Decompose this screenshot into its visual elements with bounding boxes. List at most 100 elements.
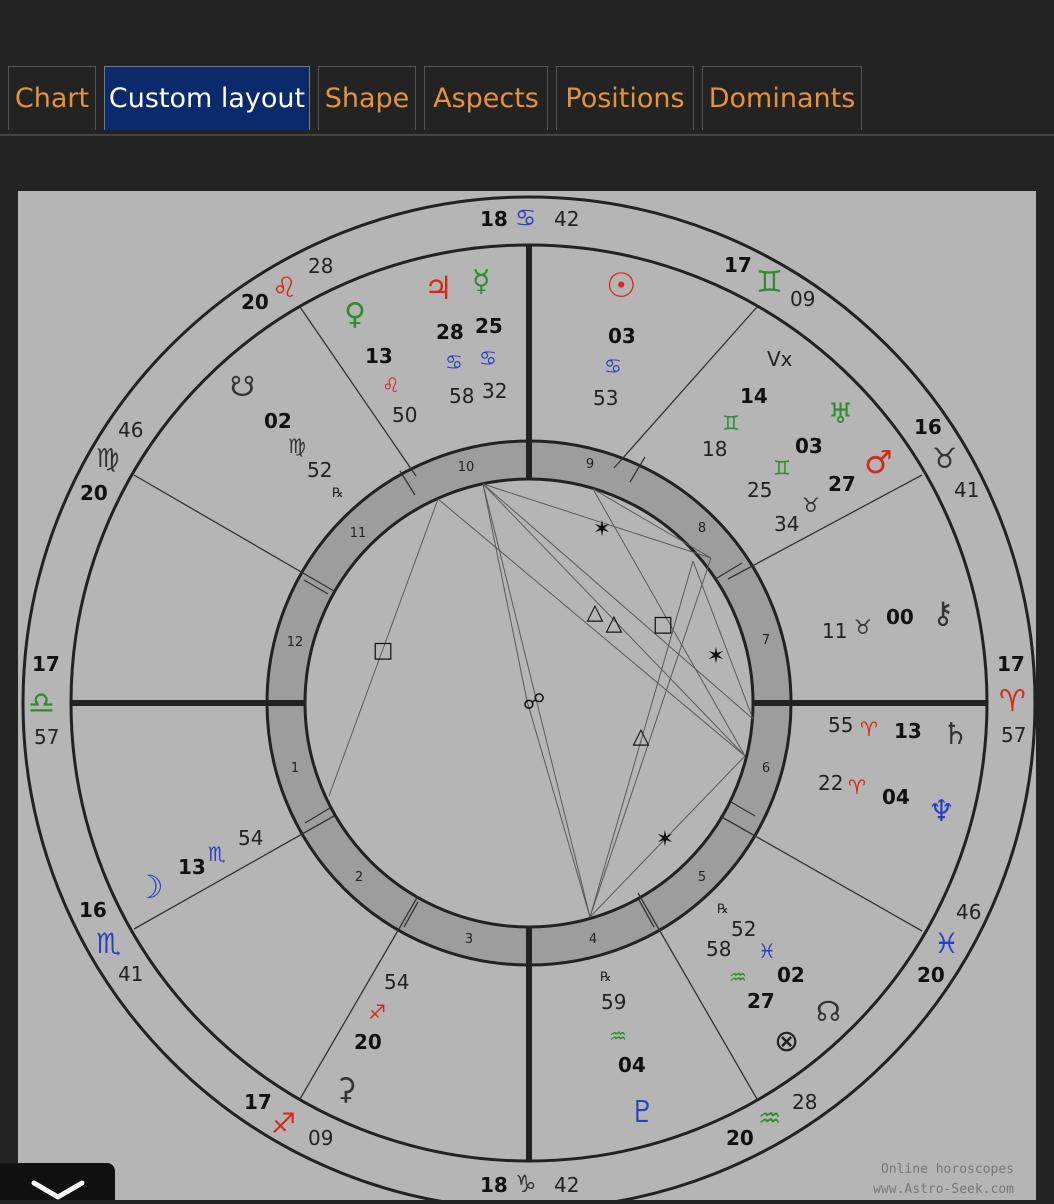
venus-degree: 13: [365, 344, 393, 368]
tab-shape[interactable]: Shape: [318, 66, 416, 130]
planet-ceres: ⚳ 20 ♐ 54: [335, 970, 409, 1107]
cusp-minute: 09: [790, 287, 815, 311]
taurus-icon: ♉: [854, 615, 872, 639]
lilith-degree: 27: [828, 472, 856, 496]
pisces-icon: ♓: [758, 939, 776, 963]
vertex-label: Vx: [767, 347, 793, 371]
aquarius-icon: ♒: [609, 1024, 627, 1048]
chiron-degree: 00: [886, 605, 914, 629]
tab-aspects[interactable]: Aspects: [424, 66, 548, 130]
point-fortune: ⊗ 27 ♒ 58: [706, 937, 799, 1059]
retrograde-icon: ℞: [717, 902, 729, 917]
south-node-icon: ☋: [230, 370, 255, 403]
aries-icon: ♈: [860, 717, 878, 741]
natal-chart-panel: 1 2 3 4 5 6 7 8 9 10 11 12 ✶ ✶ ✶ △ △ △ □…: [18, 191, 1036, 1200]
square-symbol: □: [653, 612, 674, 637]
pluto-minute: 59: [601, 990, 626, 1014]
cusp-minute: 57: [34, 725, 59, 749]
chiron-minute: 11: [822, 619, 847, 643]
cusp-minute: 20: [726, 1126, 754, 1150]
trine-symbol: △: [587, 600, 604, 625]
cusp-minute: 42: [554, 1173, 579, 1197]
cusp-degree: 17: [244, 1090, 272, 1114]
point-lilith: 27 ♉ 34: [774, 472, 856, 536]
trine-symbol: △: [633, 724, 650, 749]
house-number: 10: [458, 460, 475, 475]
sagittarius-icon: ♐: [271, 1107, 296, 1140]
tab-dominants[interactable]: Dominants: [702, 66, 862, 130]
cusp-degree: 46: [956, 900, 981, 924]
planet-neptune: ♆ 04 ♈ 22: [818, 771, 955, 829]
cancer-icon: ♋: [479, 346, 497, 370]
neptune-icon: ♆: [928, 794, 955, 829]
neptune-minute: 22: [818, 771, 843, 795]
leo-icon: ♌: [272, 271, 297, 304]
neptune-degree: 04: [882, 785, 910, 809]
credit-line: Online horoscopes: [880, 1162, 1014, 1177]
house-number: 9: [586, 457, 594, 472]
cusp-minute: 20: [241, 290, 269, 314]
cusp-degree: 16: [914, 415, 942, 439]
cusp-degree: 28: [792, 1090, 817, 1114]
aquarius-icon: ♒: [758, 1104, 781, 1134]
pluto-icon: ♇: [629, 1095, 656, 1130]
ceres-minute: 54: [384, 970, 409, 994]
pisces-icon: ♓: [934, 927, 959, 960]
credit-link[interactable]: www.Astro-Seek.com: [873, 1180, 1014, 1200]
scorpio-icon: ♏: [208, 842, 226, 866]
cusp-minute: 20: [917, 963, 945, 987]
scorpio-icon: ♏: [96, 927, 121, 960]
house-number: 1: [291, 761, 299, 776]
sun-minute: 53: [593, 386, 618, 410]
sextile-symbol: ✶: [656, 827, 674, 852]
cusp-degree: 17: [32, 652, 60, 676]
venus-minute: 50: [392, 403, 417, 427]
tab-divider: [0, 134, 1054, 136]
tab-custom-layout[interactable]: Custom layout: [104, 66, 310, 130]
house-number: 8: [698, 521, 706, 536]
capricorn-icon: ♑: [515, 1170, 537, 1198]
collapse-button[interactable]: [0, 1163, 115, 1200]
uranus-minute: 18: [702, 437, 727, 461]
tab-positions[interactable]: Positions: [556, 66, 694, 130]
jupiter-minute: 58: [449, 384, 474, 408]
moon-minute: 54: [238, 826, 263, 850]
moon-degree: 13: [178, 855, 206, 879]
top-bar: [0, 0, 1054, 60]
aries-icon: ♈: [999, 684, 1026, 719]
gemini-icon: ♊: [722, 411, 740, 435]
gemini-icon: ♊: [756, 265, 783, 300]
mercury-minute: 32: [482, 379, 507, 403]
house-number: 4: [589, 932, 597, 947]
north-node-icon: ☊: [816, 995, 841, 1028]
planet-venus: ♀ 13 ♌ 50: [344, 297, 417, 427]
house-number: 5: [698, 870, 706, 885]
cancer-icon: ♋: [515, 204, 537, 232]
cusp-degree: 18: [480, 207, 508, 231]
planet-mercury: ☿ 25 ♋ 32: [472, 264, 507, 403]
mercury-degree: 25: [475, 314, 503, 338]
sagittarius-icon: ♐: [368, 1000, 386, 1024]
virgo-icon: ♍: [96, 444, 119, 474]
gemini-icon: ♊: [773, 456, 791, 480]
planet-mars: ♂ 03 ♊ 25: [747, 434, 893, 502]
cusp-minute: 42: [554, 207, 579, 231]
sextile-symbol: ✶: [707, 644, 725, 669]
house-number: 7: [762, 633, 770, 648]
jupiter-icon: ♃: [424, 269, 453, 307]
chevron-down-icon: [31, 1180, 85, 1200]
cusp-degree: 18: [480, 1173, 508, 1197]
trine-symbol: △: [606, 611, 623, 636]
cusp-minute: 41: [954, 478, 979, 502]
mars-degree: 03: [795, 434, 823, 458]
taurus-icon: ♉: [932, 442, 957, 475]
planet-chiron: ⚷ 00 ♉ 11: [822, 596, 954, 643]
house-number: 2: [355, 870, 363, 885]
north-node-degree: 02: [777, 963, 805, 987]
aries-icon: ♈: [848, 775, 866, 799]
natal-chart-wheel: 1 2 3 4 5 6 7 8 9 10 11 12 ✶ ✶ ✶ △ △ △ □…: [21, 195, 1036, 1200]
ceres-icon: ⚳: [335, 1072, 357, 1107]
tab-chart[interactable]: Chart: [8, 66, 96, 130]
fortune-degree: 27: [747, 989, 775, 1013]
cusp-minute: 09: [308, 1126, 333, 1150]
